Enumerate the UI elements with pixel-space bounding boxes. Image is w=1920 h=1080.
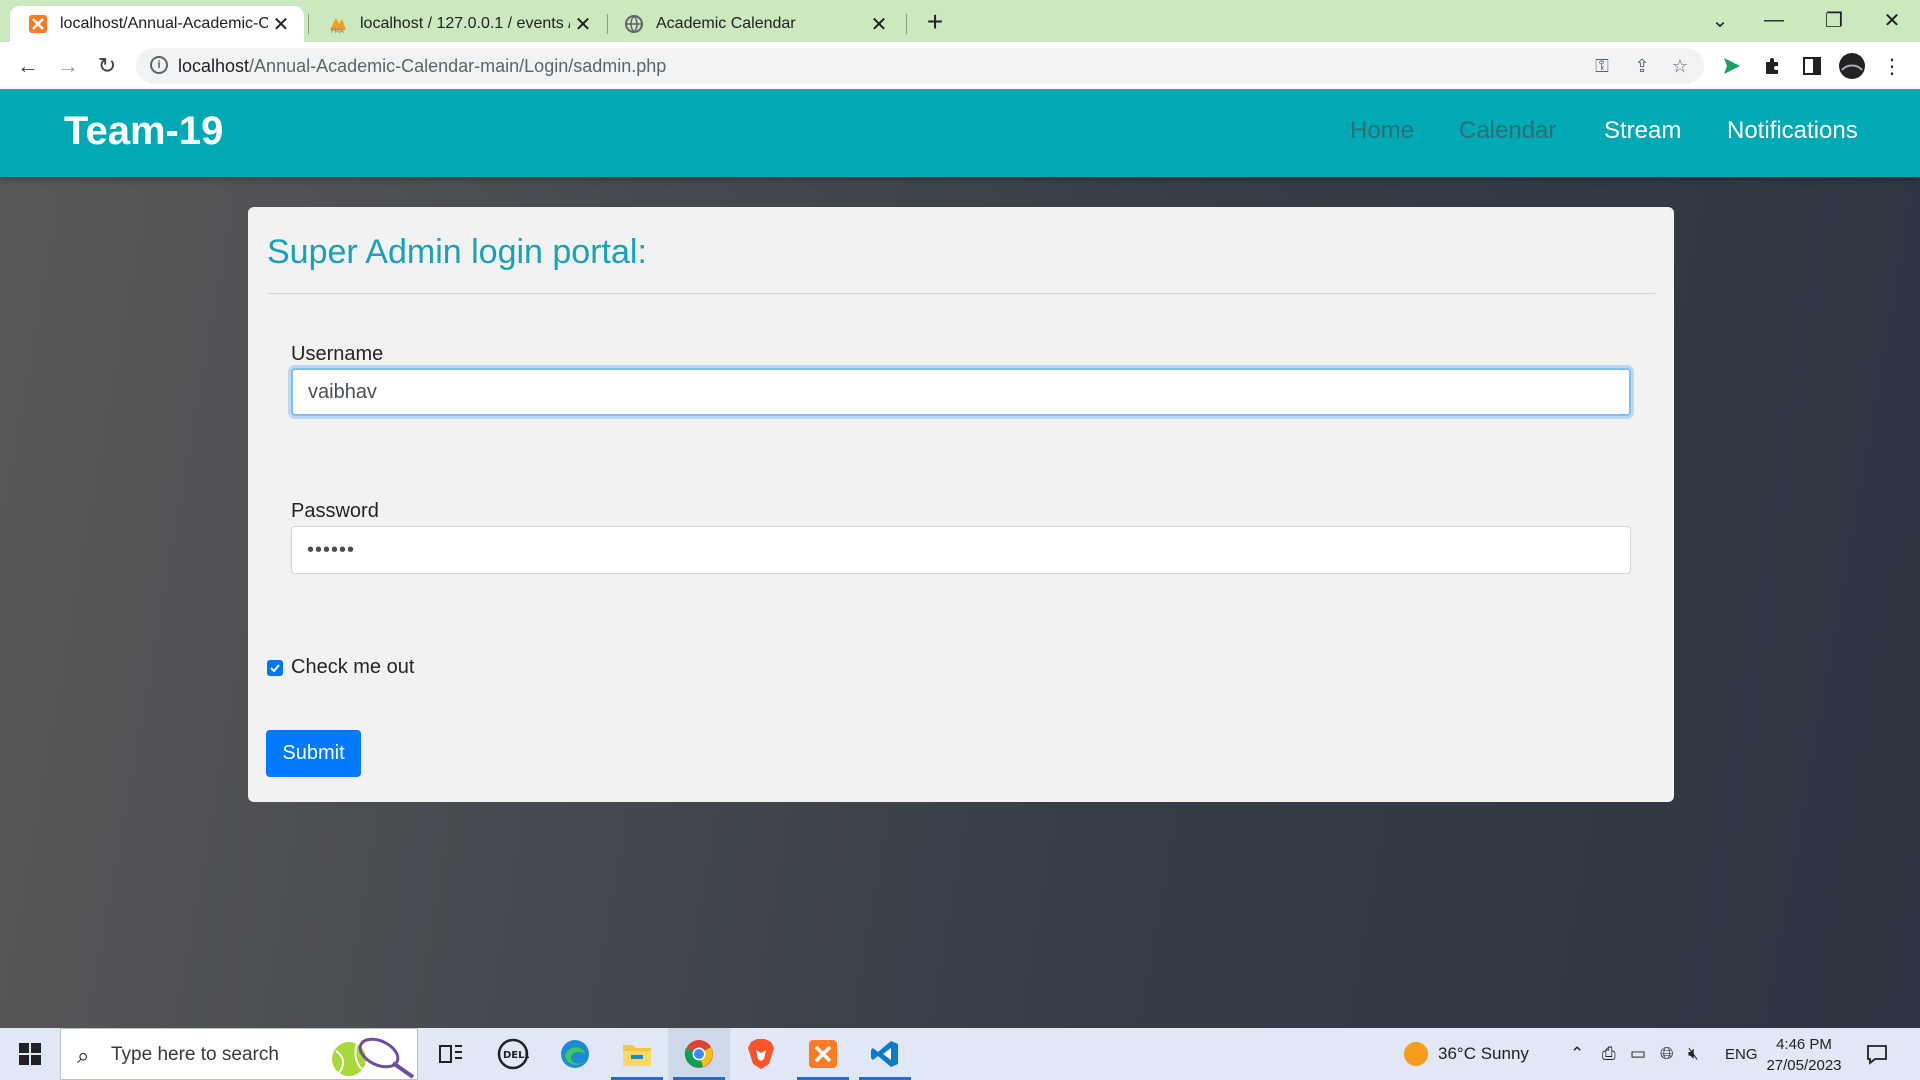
nav-link-stream[interactable]: Stream <box>1604 117 1681 145</box>
key-icon[interactable]: ⚿ <box>1590 54 1614 78</box>
share-icon[interactable]: ⇪ <box>1630 54 1654 78</box>
taskbar-search-box[interactable]: ⌕ Type here to search <box>60 1028 418 1080</box>
checkmark-icon <box>270 664 280 673</box>
tennis-racket-icon <box>332 1037 415 1079</box>
svg-text:PMA: PMA <box>331 28 345 34</box>
nav-link-calendar[interactable]: Calendar <box>1459 117 1556 145</box>
tab-title: Academic Calendar <box>656 15 796 32</box>
side-panel-icon[interactable] <box>1796 50 1828 82</box>
forward-arrow-icon[interactable]: → <box>52 50 84 82</box>
chrome-icon[interactable] <box>668 1028 730 1080</box>
phpmyadmin-icon: PMA <box>328 14 348 34</box>
back-arrow-icon[interactable]: ← <box>12 50 44 82</box>
system-clock[interactable]: 4:46 PM 27/05/2023 <box>1764 1034 1844 1076</box>
xampp-icon <box>28 14 48 34</box>
svg-text:DELL: DELL <box>503 1050 529 1061</box>
new-tab-button[interactable]: + <box>920 6 950 37</box>
close-window-button[interactable]: ✕ <box>1866 0 1918 40</box>
site-info-icon[interactable]: i <box>150 56 168 74</box>
browser-tab-strip: localhost/Annual-Academic-Cale ✕ PMA loc… <box>0 0 1920 42</box>
reload-icon[interactable]: ↻ <box>91 50 123 82</box>
tab-academic-calendar[interactable]: Academic Calendar ✕ <box>606 6 902 42</box>
tab-title: localhost / 127.0.0.1 / events / sa <box>360 15 570 32</box>
minimize-button[interactable]: — <box>1748 0 1800 40</box>
bookmark-star-icon[interactable]: ☆ <box>1668 54 1692 78</box>
clock-time: 4:46 PM <box>1776 1036 1832 1053</box>
address-bar[interactable]: i localhost/Annual-Academic-Calendar-mai… <box>136 48 1704 84</box>
site-brand[interactable]: Team-19 <box>64 109 223 154</box>
search-placeholder: Type here to search <box>111 1044 279 1065</box>
submit-button[interactable]: Submit <box>266 730 361 777</box>
network-globe-icon[interactable]: 🌐︎ <box>1660 1028 1674 1080</box>
browser-menu-icon[interactable]: ⋮ <box>1876 50 1908 82</box>
weather-text: 36°C Sunny <box>1438 1044 1529 1063</box>
nav-link-home[interactable]: Home <box>1350 117 1414 145</box>
check-me-out-checkbox[interactable] <box>267 660 283 676</box>
edge-browser-icon[interactable] <box>544 1028 606 1080</box>
close-tab-icon[interactable]: ✕ <box>268 11 294 37</box>
send-extension-icon[interactable] <box>1716 50 1748 82</box>
clock-date: 27/05/2023 <box>1766 1057 1842 1074</box>
weather-widget[interactable]: 36°C Sunny <box>1404 1028 1529 1080</box>
windows-start-icon[interactable] <box>10 1038 50 1070</box>
dell-icon[interactable]: DELL <box>482 1028 544 1080</box>
tab-title: localhost/Annual-Academic-Cale <box>60 15 268 32</box>
xampp-app-icon[interactable] <box>792 1028 854 1080</box>
password-input[interactable]: •••••• <box>291 526 1631 574</box>
url-text[interactable]: localhost/Annual-Academic-Calendar-main/… <box>178 56 666 77</box>
vscode-icon[interactable] <box>854 1028 916 1080</box>
login-title: Super Admin login portal: <box>267 233 647 271</box>
divider <box>267 293 1655 294</box>
file-explorer-icon[interactable] <box>606 1028 668 1080</box>
brave-browser-icon[interactable] <box>730 1028 792 1080</box>
tab-search-dropdown-icon[interactable]: ⌄ <box>1694 0 1746 40</box>
password-label: Password <box>291 500 379 522</box>
extensions-puzzle-icon[interactable] <box>1756 50 1788 82</box>
tab-phpmyadmin[interactable]: PMA localhost / 127.0.0.1 / events / sa … <box>310 6 606 42</box>
tab-separator <box>308 14 309 34</box>
username-label: Username <box>291 343 384 365</box>
page-body: Team-19 Home Calendar Stream Notificatio… <box>0 89 1920 1028</box>
profile-avatar[interactable] <box>1836 50 1868 82</box>
close-tab-icon[interactable]: ✕ <box>866 11 892 37</box>
login-card: Super Admin login portal: Username vaibh… <box>248 207 1674 802</box>
browser-toolbar: ← → ↻ i localhost/Annual-Academic-Calend… <box>0 42 1920 89</box>
meet-now-icon[interactable]: ⎙ <box>1602 1028 1616 1080</box>
search-icon: ⌕ <box>77 1043 90 1068</box>
notification-center-icon[interactable] <box>1866 1028 1888 1080</box>
globe-icon <box>624 14 644 34</box>
show-hidden-icons-icon[interactable]: ⌃ <box>1570 1028 1584 1080</box>
username-input[interactable]: vaibhav <box>291 368 1631 416</box>
windows-taskbar: ⌕ Type here to search DELL 36°C Sunny ⌃ … <box>0 1028 1920 1080</box>
sun-icon <box>1404 1042 1428 1066</box>
site-navbar: Team-19 Home Calendar Stream Notificatio… <box>0 89 1920 177</box>
tab-separator <box>906 14 907 34</box>
restore-button[interactable]: ❐ <box>1808 0 1860 40</box>
task-view-icon[interactable] <box>420 1028 482 1080</box>
nav-link-notifications[interactable]: Notifications <box>1727 117 1858 145</box>
language-indicator[interactable]: ENG <box>1725 1028 1758 1080</box>
volume-muted-icon[interactable]: 🔇︎ <box>1688 1028 1699 1080</box>
battery-icon[interactable]: ▭ <box>1630 1028 1646 1080</box>
tab-localhost-calendar[interactable]: localhost/Annual-Academic-Cale ✕ <box>10 6 304 42</box>
close-tab-icon[interactable]: ✕ <box>570 11 596 37</box>
check-me-out-label[interactable]: Check me out <box>291 656 414 679</box>
